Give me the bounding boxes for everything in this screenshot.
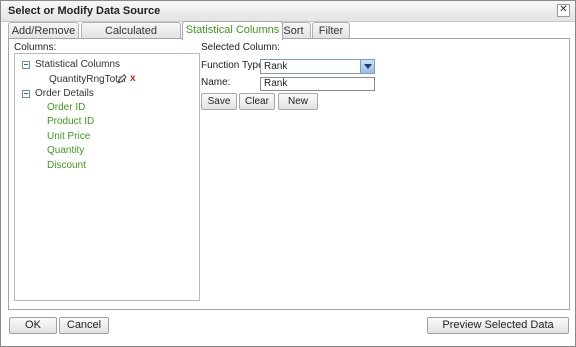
- close-icon[interactable]: ✕: [557, 4, 570, 17]
- tab-add-remove[interactable]: Add/Remove: [8, 22, 79, 39]
- ok-button[interactable]: OK: [9, 317, 57, 334]
- tree-item-unit-price[interactable]: Unit Price: [47, 131, 90, 142]
- tab-calculated-columns[interactable]: Calculated Columns: [81, 22, 181, 53]
- selected-column-label: Selected Column:: [201, 42, 280, 53]
- tree-group-order-details[interactable]: Order Details: [35, 88, 94, 99]
- statistical-columns-panel: Columns: Statistical Columns QuantityRng…: [8, 38, 570, 310]
- new-button[interactable]: New: [278, 93, 318, 110]
- tree-item-discount[interactable]: Discount: [47, 160, 86, 171]
- tab-filter[interactable]: Filter: [312, 22, 350, 39]
- tree-item-product-id[interactable]: Product ID: [47, 116, 94, 127]
- function-type-label: Function Type:: [201, 60, 267, 71]
- collapse-toggle-icon[interactable]: [22, 61, 30, 69]
- columns-tree: Statistical Columns QuantityRngTotal x O…: [14, 53, 200, 301]
- dialog-title: Select or Modify Data Source: [8, 5, 161, 17]
- data-source-dialog: Select or Modify Data Source ✕ Add/Remov…: [0, 0, 576, 347]
- delete-icon[interactable]: x: [130, 73, 136, 84]
- chevron-down-icon[interactable]: [360, 60, 374, 73]
- name-label: Name:: [201, 77, 231, 88]
- pencil-icon[interactable]: [116, 73, 128, 85]
- tree-item-quantity[interactable]: Quantity: [47, 145, 84, 156]
- tab-statistical-columns[interactable]: Statistical Columns: [182, 21, 283, 40]
- name-field[interactable]: [260, 77, 375, 91]
- columns-label: Columns:: [14, 42, 57, 53]
- tree-item-quantityrngtotal[interactable]: QuantityRngTotal: [49, 74, 126, 85]
- collapse-toggle-icon[interactable]: [22, 90, 30, 98]
- clear-button[interactable]: Clear: [239, 93, 275, 110]
- preview-selected-data-button[interactable]: Preview Selected Data: [427, 317, 569, 334]
- tree-group-statistical-columns[interactable]: Statistical Columns: [35, 59, 120, 70]
- title-bar: Select or Modify Data Source ✕: [1, 1, 575, 22]
- tree-item-order-id[interactable]: Order ID: [47, 102, 85, 113]
- function-type-select[interactable]: Rank: [260, 59, 375, 74]
- cancel-button[interactable]: Cancel: [59, 317, 109, 334]
- function-type-value: Rank: [264, 61, 288, 72]
- save-button[interactable]: Save: [201, 93, 237, 110]
